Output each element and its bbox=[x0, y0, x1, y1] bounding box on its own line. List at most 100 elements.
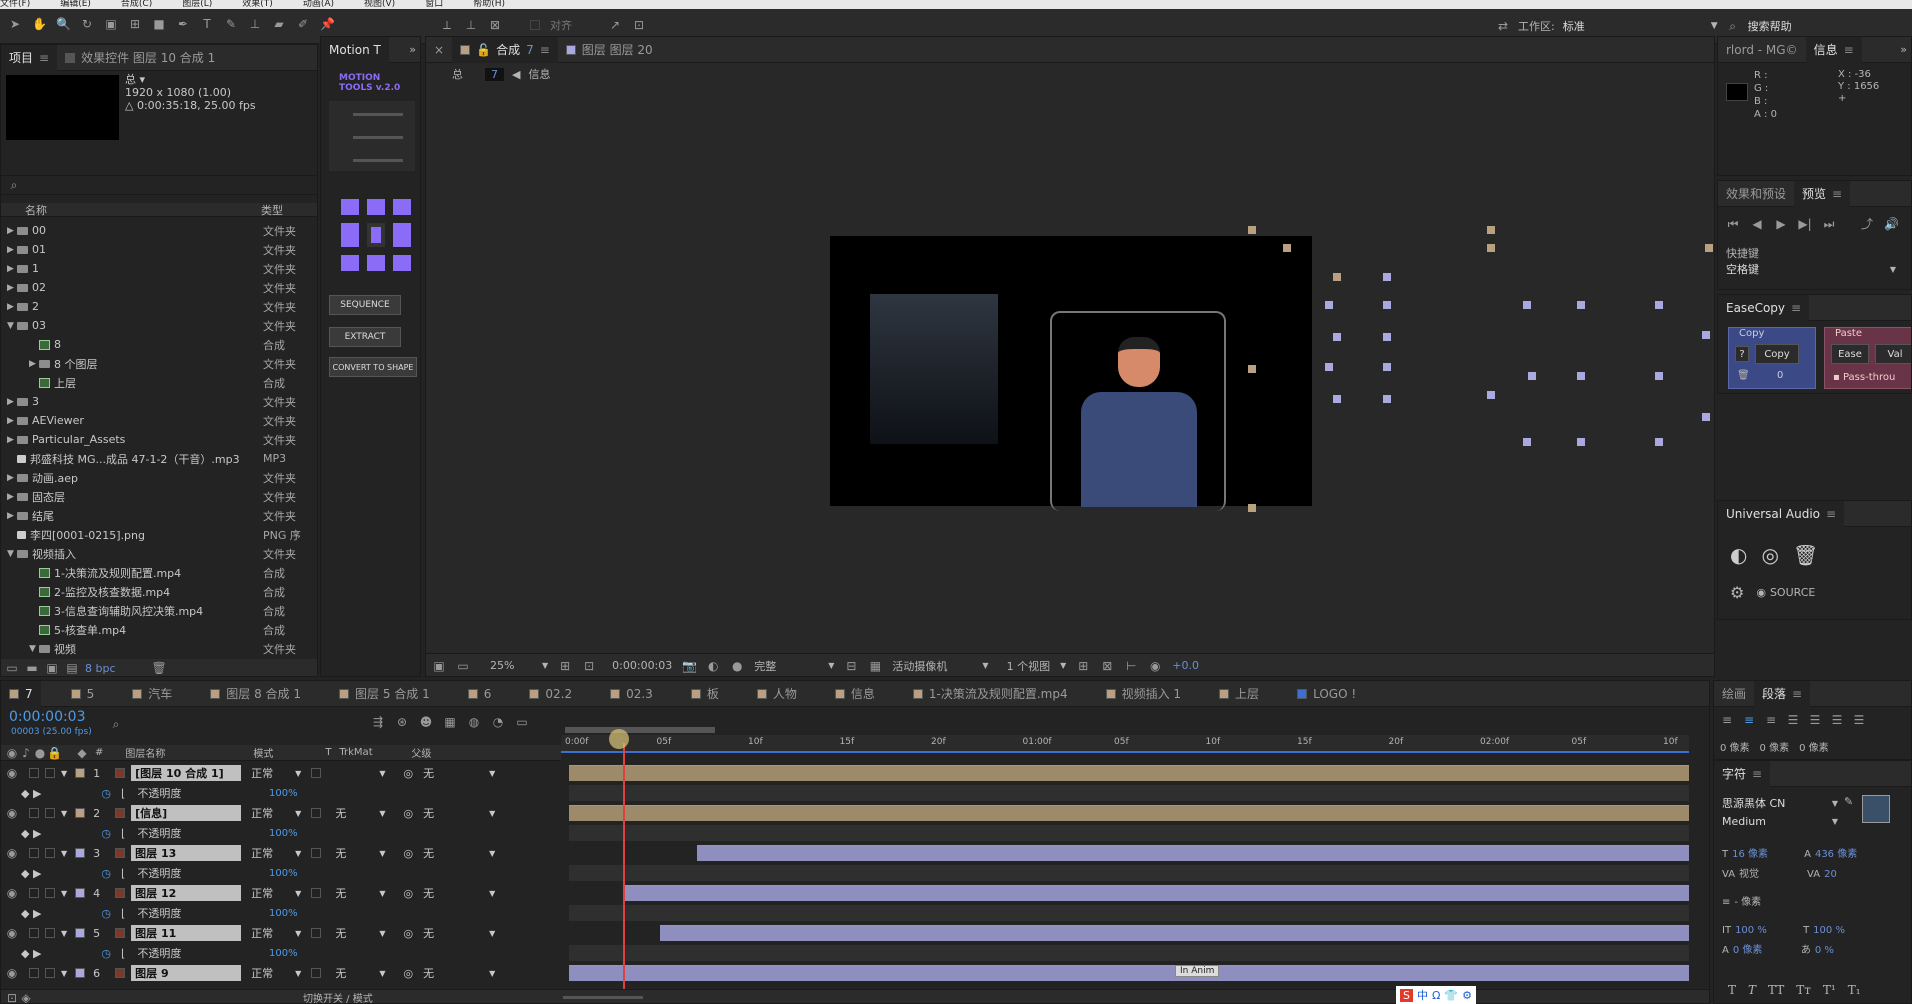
layer-trkmat[interactable]: 无 bbox=[335, 805, 379, 821]
audio-icon[interactable]: ♪ bbox=[19, 746, 33, 760]
axis-world-icon[interactable]: ⊥ bbox=[464, 18, 478, 32]
layer-name[interactable]: 图层 11 bbox=[131, 925, 242, 941]
last-frame-icon[interactable]: ⏭ bbox=[1822, 217, 1836, 231]
small-caps-icon[interactable]: Tт bbox=[1796, 983, 1811, 997]
layer-parent[interactable]: 无 bbox=[423, 765, 489, 781]
transform-handle[interactable] bbox=[1487, 391, 1495, 399]
baseline-value[interactable]: 0 像素 bbox=[1733, 941, 1797, 961]
tracking-value[interactable]: 20 bbox=[1824, 865, 1837, 885]
shortcut-select[interactable]: 空格键 bbox=[1726, 261, 1890, 277]
audio-icon[interactable]: 🔊 bbox=[1884, 217, 1899, 231]
work-area-bar[interactable] bbox=[565, 727, 715, 733]
chevron-down-icon[interactable]: ▼ bbox=[61, 889, 67, 898]
layer-trkmat[interactable]: 无 bbox=[335, 965, 379, 981]
trash-icon[interactable]: 🗑 bbox=[1793, 543, 1818, 567]
time-ruler[interactable]: 0:00f 05f 10f 15f 20f 01:00f 05f 10f 15f 20f 02:00… bbox=[561, 721, 1689, 757]
chevron-right-icon[interactable]: ▶ bbox=[7, 511, 17, 521]
extract-button[interactable]: EXTRACT bbox=[329, 327, 401, 347]
property-track[interactable] bbox=[569, 865, 1689, 881]
transform-handle[interactable] bbox=[1577, 438, 1585, 446]
menu-item[interactable]: 文件(F) bbox=[0, 0, 30, 9]
column-layer-name[interactable]: 图层名称 bbox=[125, 745, 253, 760]
tab-timeline-comp[interactable]: 视频插入 1 bbox=[1098, 681, 1189, 707]
project-search-input[interactable]: ⌕ bbox=[1, 175, 317, 195]
breadcrumb-num[interactable]: 7 bbox=[485, 67, 504, 81]
layer-parent[interactable]: 无 bbox=[423, 845, 489, 861]
tab-motion-tools[interactable]: Motion T bbox=[321, 37, 389, 63]
comp-flowchart-icon[interactable]: ⊡ bbox=[5, 991, 19, 1004]
eye-icon[interactable]: ◉ bbox=[5, 846, 19, 860]
tab-layer[interactable]: 图层 图层 20 bbox=[558, 37, 661, 63]
clone-stamp-tool-icon[interactable]: ⊥ bbox=[248, 17, 262, 31]
leading-value[interactable]: 436 像素 bbox=[1815, 845, 1857, 865]
transform-handle[interactable] bbox=[1655, 301, 1663, 309]
graph-editor-icon[interactable]: ◔ bbox=[491, 715, 505, 729]
project-item[interactable]: ▶ 01 文件夹 bbox=[1, 240, 317, 259]
current-time[interactable]: 0:00:00:03 bbox=[612, 659, 672, 672]
transform-handle[interactable] bbox=[1655, 372, 1663, 380]
eye-icon[interactable]: ◉ bbox=[5, 886, 19, 900]
transform-handle[interactable] bbox=[1577, 301, 1585, 309]
column-parent[interactable]: 父级 bbox=[411, 745, 431, 760]
project-item[interactable]: ▶ Particular_Assets 文件夹 bbox=[1, 430, 317, 449]
pass-through-checkbox[interactable]: ▪ Pass-throu bbox=[1833, 372, 1895, 383]
camera-select[interactable]: 活动摄像机 bbox=[892, 658, 972, 674]
faux-italic-icon[interactable]: T bbox=[1748, 983, 1756, 997]
search-icon[interactable]: ⌕ bbox=[1726, 19, 1740, 33]
tab-preview[interactable]: 预览 ≡ bbox=[1794, 181, 1851, 207]
chevron-down-icon[interactable]: ▼ bbox=[1711, 21, 1718, 31]
snapshot-icon[interactable]: ▣ bbox=[432, 659, 446, 673]
transform-handle[interactable] bbox=[1383, 273, 1391, 281]
label-icon[interactable]: ◆ bbox=[75, 746, 89, 760]
transform-handle[interactable] bbox=[1487, 244, 1495, 252]
project-item[interactable]: 3-信息查询辅助风控决策.mp4 合成 bbox=[1, 601, 317, 620]
solo-checkbox[interactable] bbox=[29, 848, 39, 858]
transform-handle[interactable] bbox=[1383, 333, 1391, 341]
graph-icon[interactable]: ⌊ bbox=[121, 787, 125, 800]
indent-right[interactable]: 0 像素 bbox=[1799, 739, 1829, 754]
tab-comp[interactable]: 🔓 合成 7 ≡ bbox=[452, 37, 558, 63]
project-item[interactable]: 1-决策流及规则配置.mp4 合成 bbox=[1, 563, 317, 582]
tab-universal-audio[interactable]: Universal Audio ≡ bbox=[1718, 501, 1845, 527]
font-family-select[interactable]: 思源黑体 CN bbox=[1722, 795, 1832, 811]
axis-local-icon[interactable]: ⟂ bbox=[440, 18, 454, 32]
layer-duration-bar[interactable] bbox=[696, 845, 1689, 861]
transform-handle[interactable] bbox=[1325, 301, 1333, 309]
font-size-value[interactable]: 16 像素 bbox=[1732, 845, 1800, 865]
chevron-down-icon[interactable]: ▼ bbox=[7, 321, 17, 331]
transform-handle[interactable] bbox=[1248, 365, 1256, 373]
chevron-down-icon[interactable]: ▼ bbox=[61, 809, 67, 818]
views-select[interactable]: 1 个视图 bbox=[1007, 658, 1051, 674]
property-value[interactable]: 100% bbox=[269, 828, 298, 839]
fast-preview-icon[interactable]: ⊟ bbox=[844, 659, 858, 673]
chevron-right-icon[interactable]: ▶ bbox=[7, 397, 17, 407]
copy-button[interactable]: Copy bbox=[1755, 344, 1799, 364]
justify-center-icon[interactable]: ☰ bbox=[1808, 713, 1822, 727]
close-icon[interactable]: × bbox=[426, 37, 452, 63]
chevron-down-icon[interactable]: ▼ bbox=[29, 644, 39, 654]
property-value[interactable]: 100% bbox=[269, 948, 298, 959]
transform-handle[interactable] bbox=[1383, 363, 1391, 371]
lock-checkbox[interactable] bbox=[45, 928, 55, 938]
trash-icon[interactable]: 🗑 bbox=[152, 661, 167, 675]
keyframe-nav-icon[interactable]: ◆ ▶ bbox=[21, 907, 41, 920]
tab-timeline-comp[interactable]: LOGO ! bbox=[1289, 681, 1364, 707]
layer-name[interactable]: 图层 13 bbox=[131, 845, 242, 861]
zoom-select[interactable]: 25% bbox=[490, 659, 532, 672]
project-item[interactable]: ▶ 固态层 文件夹 bbox=[1, 487, 317, 506]
tab-paint[interactable]: 绘画 bbox=[1714, 681, 1754, 707]
color-channel-icon[interactable]: ● bbox=[730, 659, 744, 673]
project-item[interactable]: 上层 合成 bbox=[1, 373, 317, 392]
transform-handle[interactable] bbox=[1702, 331, 1710, 339]
timeline-layer-row[interactable]: ◉ ▼ 5 图层 11 正常 ▼ 无 ▼ ◎ 无 ▼ bbox=[1, 923, 561, 943]
project-item[interactable]: ▼ 03 文件夹 bbox=[1, 316, 317, 335]
preserve-transparency[interactable] bbox=[311, 808, 322, 818]
source-label[interactable]: SOURCE bbox=[1770, 586, 1815, 599]
chevron-right-icon[interactable]: » bbox=[1900, 43, 1907, 56]
camera-tool-icon[interactable]: ▣ bbox=[104, 17, 118, 31]
pen-tool-icon[interactable]: ✒ bbox=[176, 17, 190, 31]
chevron-right-icon[interactable]: ▶ bbox=[7, 283, 17, 293]
chevron-down-icon[interactable]: ▼ bbox=[379, 929, 385, 938]
chevron-down-icon[interactable]: ▼ bbox=[379, 889, 385, 898]
column-mode[interactable]: 模式 bbox=[253, 745, 325, 760]
